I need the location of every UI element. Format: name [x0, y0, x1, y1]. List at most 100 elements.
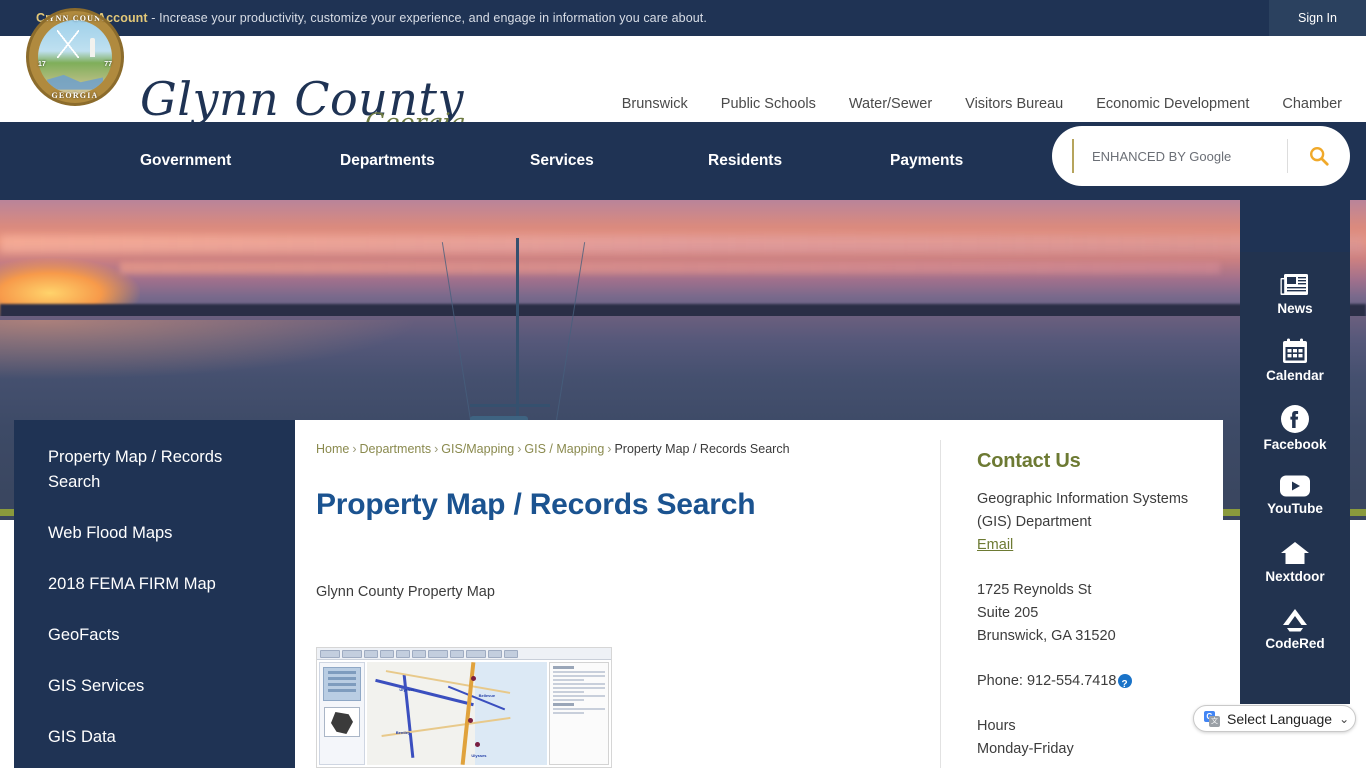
site-wordmark[interactable]: Glynn County Georgia: [140, 76, 466, 137]
toplink-brunswick[interactable]: Brunswick: [622, 96, 688, 112]
seal-year-right: 77: [104, 61, 112, 69]
contact-department-line2: (GIS) Department: [977, 514, 1092, 530]
youtube-icon: [1280, 475, 1310, 496]
hero-water-glint: [0, 320, 420, 380]
search-input[interactable]: [1072, 139, 1287, 173]
breadcrumb-departments[interactable]: Departments: [360, 442, 432, 456]
sidebar-item-gis-services[interactable]: GIS Services: [14, 661, 295, 712]
social-label-youtube: YouTube: [1267, 500, 1323, 516]
search-submit-button[interactable]: [1288, 126, 1350, 186]
hero-cloud-band-upper: [0, 235, 1366, 253]
nav-item-services[interactable]: Services: [530, 152, 708, 170]
contact-hours-label: Hours: [977, 718, 1016, 734]
content-contact-divider: [940, 440, 941, 768]
sailboat-boom: [470, 404, 550, 407]
thumbnail-overview-map: [324, 707, 360, 737]
thumbnail-info-panel: [549, 662, 609, 765]
social-label-nextdoor: Nextdoor: [1265, 568, 1325, 584]
chevron-down-icon: ⌄: [1339, 711, 1350, 726]
sailboat-mast: [516, 238, 519, 420]
nav-item-government[interactable]: Government: [140, 152, 340, 170]
sidebar-item-2018-fema-firm-map[interactable]: 2018 FEMA FIRM Map: [14, 559, 295, 610]
breadcrumb-separator: ›: [517, 442, 522, 456]
social-item-nextdoor[interactable]: Nextdoor: [1240, 528, 1350, 595]
google-translate-icon: G 文: [1204, 710, 1220, 727]
nextdoor-house-icon: [1281, 541, 1309, 564]
toplink-public-schools[interactable]: Public Schools: [721, 96, 816, 112]
translate-icon-cjk: 文: [1209, 715, 1220, 727]
calendar-icon: [1283, 338, 1307, 363]
nav-item-residents[interactable]: Residents: [708, 152, 890, 170]
contact-phone[interactable]: Phone: 912-554.7418: [977, 673, 1117, 689]
county-seal-artwork: [38, 20, 112, 94]
content-body-text: Glynn County Property Map: [316, 584, 495, 600]
language-selector[interactable]: G 文 Select Language ⌄: [1193, 705, 1356, 732]
create-account-message: Create an Account - Increase your produc…: [36, 11, 707, 25]
breadcrumb: Home › Departments › GIS/Mapping › GIS / Mappi…: [316, 442, 790, 456]
contact-us-panel: Contact Us Geographic Information System…: [977, 450, 1217, 761]
breadcrumb-separator: ›: [434, 442, 439, 456]
tty-relay-icon[interactable]: [1117, 673, 1132, 696]
contact-heading: Contact Us: [977, 450, 1081, 472]
social-label-news: News: [1277, 300, 1313, 316]
logo-header: Glynn County Georgia Brunswick Public Sc…: [0, 36, 1366, 137]
seal-text-top: GLYNN COUNTY: [35, 14, 115, 23]
thumbnail-toolbar: [317, 648, 611, 660]
social-label-codered: CodeRed: [1265, 635, 1325, 651]
language-selector-label: Select Language: [1227, 710, 1333, 727]
social-item-codered[interactable]: CodeRed: [1240, 595, 1350, 662]
sign-in-button[interactable]: Sign In: [1269, 0, 1366, 36]
thumbnail-layer-panel: [319, 662, 365, 765]
toplink-visitors-bureau[interactable]: Visitors Bureau: [965, 96, 1063, 112]
main-nav-items: Government Departments Services Resident…: [140, 122, 1010, 200]
social-item-news[interactable]: News: [1240, 260, 1350, 327]
social-rail: News Calendar Facebook YouTube Nextdoor …: [1240, 252, 1350, 704]
social-item-youtube[interactable]: YouTube: [1240, 461, 1350, 528]
breadcrumb-gis-mapping-sub[interactable]: GIS / Mapping: [524, 442, 604, 456]
page-title: Property Map / Records Search: [316, 488, 756, 521]
social-rail-cap: [1240, 194, 1350, 252]
contact-hours-days: Monday-Friday: [977, 741, 1074, 757]
breadcrumb-separator: ›: [352, 442, 357, 456]
toplink-economic-development[interactable]: Economic Development: [1096, 96, 1249, 112]
toplink-water-sewer[interactable]: Water/Sewer: [849, 96, 932, 112]
sidebar-item-property-map-records-search[interactable]: Property Map / Records Search: [14, 432, 295, 508]
seal-lighthouse-graphic: [89, 37, 95, 57]
newspaper-icon: [1280, 273, 1308, 295]
contact-address-line1: 1725 Reynolds St: [977, 582, 1092, 598]
hero-cloud-band-lower: [120, 262, 1220, 274]
breadcrumb-current: Property Map / Records Search: [614, 442, 790, 456]
contact-email-link[interactable]: Email: [977, 537, 1013, 553]
nav-item-departments[interactable]: Departments: [340, 152, 530, 170]
account-topbar: Create an Account - Increase your produc…: [0, 0, 1366, 36]
nav-item-payments[interactable]: Payments: [890, 152, 1010, 170]
social-label-calendar: Calendar: [1266, 368, 1324, 383]
secondary-nav: Brunswick Public Schools Water/Sewer Vis…: [622, 96, 1342, 112]
social-item-calendar[interactable]: Calendar: [1240, 327, 1350, 394]
facebook-icon: [1281, 404, 1309, 433]
toplink-chamber[interactable]: Chamber: [1282, 96, 1342, 112]
seal-marsh-graphic: [46, 74, 104, 90]
breadcrumb-home[interactable]: Home: [316, 442, 349, 456]
social-label-facebook: Facebook: [1263, 436, 1327, 452]
topbar-message-text: - Increase your productivity, customize …: [147, 11, 707, 25]
coderad-triangle-icon: [1283, 608, 1307, 631]
sidebar-item-web-flood-maps[interactable]: Web Flood Maps: [14, 508, 295, 559]
seal-text-bottom: GEORGIA: [51, 91, 99, 100]
contact-department-line1: Geographic Information Systems: [977, 491, 1189, 507]
seal-bridge-graphic: [57, 30, 80, 59]
breadcrumb-gis-mapping[interactable]: GIS/Mapping: [441, 442, 514, 456]
breadcrumb-separator: ›: [607, 442, 612, 456]
site-search: [1052, 126, 1350, 186]
property-map-thumbnail[interactable]: Ulysses Bellevue Bentley Ulysses: [316, 647, 612, 768]
seal-year-left: 17: [38, 61, 46, 69]
thumbnail-map-canvas: Ulysses Bellevue Bentley Ulysses: [367, 662, 547, 765]
contact-address-line2: Suite 205: [977, 605, 1039, 621]
social-item-facebook[interactable]: Facebook: [1240, 394, 1350, 461]
search-icon: [1310, 147, 1329, 166]
sidebar-item-geofacts[interactable]: GeoFacts: [14, 610, 295, 661]
county-seal-logo[interactable]: GLYNN COUNTY GEORGIA 17 77: [26, 8, 124, 106]
page-root: Create an Account - Increase your produc…: [0, 0, 1366, 768]
section-sidebar-nav: Property Map / Records Search Web Flood …: [14, 420, 295, 768]
sidebar-item-gis-data[interactable]: GIS Data: [14, 712, 295, 763]
